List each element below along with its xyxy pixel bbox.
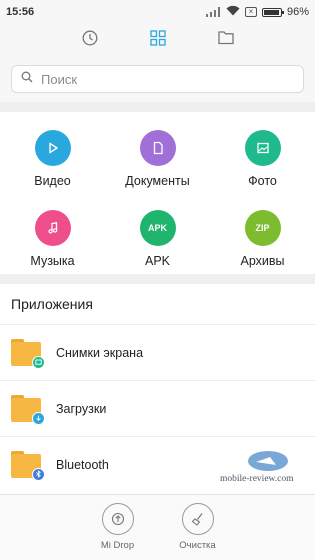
play-icon: [34, 130, 71, 166]
category-apk[interactable]: APK APK: [105, 192, 210, 272]
sim-off-icon: ×: [244, 7, 257, 17]
apk-icon: APK: [139, 210, 176, 246]
category-documents[interactable]: Документы: [105, 112, 210, 192]
list-item-screenshots[interactable]: Снимки экрана: [0, 324, 315, 380]
category-music[interactable]: Музыка: [0, 192, 105, 272]
tab-recent[interactable]: [77, 27, 103, 53]
apps-section-title: Приложения: [11, 296, 93, 312]
download-icon: [32, 411, 45, 425]
folder-icon: [217, 30, 234, 50]
battery-icon: [261, 7, 284, 17]
category-label: APK: [144, 254, 170, 268]
mi-drop-button[interactable]: Mi Drop: [92, 503, 144, 560]
signal-icon: [205, 7, 221, 17]
section-divider: [0, 102, 315, 112]
zip-icon: ZIP: [244, 210, 281, 246]
mi-drop-label: Mi Drop: [100, 540, 135, 551]
search-box[interactable]: [11, 65, 304, 93]
image-icon: [244, 130, 281, 166]
status-time: 15:56: [6, 6, 35, 18]
cleanup-label: Очистка: [179, 540, 216, 551]
document-icon: [139, 130, 176, 166]
watermark: mobile-review.com: [218, 446, 310, 490]
folder-icon: [11, 337, 45, 369]
clock-icon: [82, 30, 98, 51]
top-tabs: [0, 24, 315, 56]
list-item-label: Bluetooth: [56, 457, 109, 472]
category-video[interactable]: Видео: [0, 112, 105, 192]
tab-files[interactable]: [213, 27, 239, 53]
search-input[interactable]: [41, 71, 261, 87]
category-archives[interactable]: ZIP Архивы: [210, 192, 315, 272]
battery-percent: 96%: [286, 6, 309, 18]
category-label: Фото: [248, 174, 277, 188]
category-label: Архивы: [240, 254, 285, 268]
list-item-label: Снимки экрана: [56, 345, 144, 360]
watermark-text: mobile-review.com: [220, 474, 294, 484]
category-label: Документы: [125, 174, 190, 188]
bluetooth-icon: [32, 467, 45, 481]
watermark-logo-icon: [248, 451, 288, 471]
category-label: Музыка: [30, 254, 75, 268]
category-photo[interactable]: Фото: [210, 112, 315, 192]
music-note-icon: [34, 210, 71, 246]
bottom-bar: Mi Drop Очистка: [0, 494, 315, 560]
screenshot-icon: [32, 355, 45, 369]
cleanup-button[interactable]: Очистка: [172, 503, 224, 560]
list-item-downloads[interactable]: Загрузки: [0, 380, 315, 436]
list-item-label: Загрузки: [56, 401, 107, 416]
status-bar: 15:56 × 96%: [0, 0, 315, 24]
section-divider: [0, 274, 315, 284]
broom-icon: [181, 503, 214, 535]
category-grid: Видео Документы Фото Музыка APK APK ZIP …: [0, 112, 315, 272]
tab-categories[interactable]: [145, 27, 171, 53]
category-label: Видео: [34, 174, 71, 188]
folder-icon: [11, 449, 45, 481]
search-icon: [21, 70, 33, 88]
wifi-icon: [226, 5, 240, 19]
grid-icon: [149, 29, 166, 51]
mi-drop-icon: [101, 503, 134, 535]
folder-icon: [11, 393, 45, 425]
search-area: [0, 56, 315, 102]
